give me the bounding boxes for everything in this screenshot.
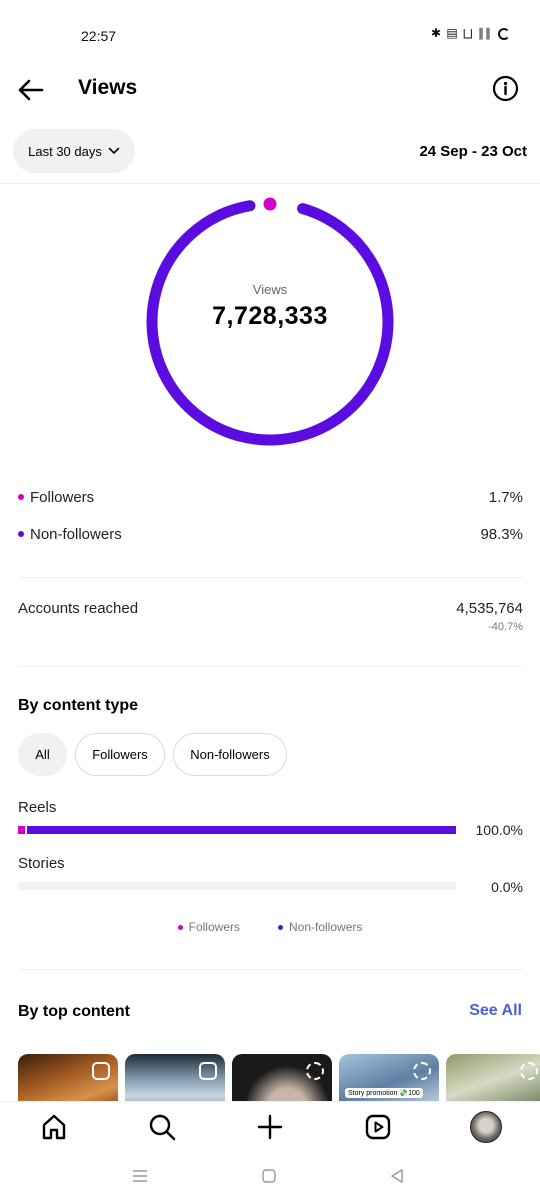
- reel-badge-icon: [199, 1062, 217, 1080]
- legend-item-label: Non-followers: [289, 920, 363, 934]
- divider: [18, 577, 523, 578]
- divider: [0, 183, 540, 184]
- story-ring-icon: [520, 1062, 538, 1080]
- followers-arc-dot: [263, 197, 277, 211]
- accounts-reached-label: Accounts reached: [18, 600, 139, 617]
- home-icon[interactable]: [39, 1112, 69, 1142]
- reels-icon[interactable]: [363, 1112, 393, 1142]
- date-range-text: 24 Sep - 23 Oct: [419, 143, 527, 160]
- section-title-top-content: By top content: [18, 1003, 130, 1020]
- profile-avatar[interactable]: [470, 1111, 502, 1143]
- search-icon[interactable]: [147, 1112, 177, 1142]
- bar-label-reels: Reels: [18, 799, 57, 816]
- thumbnail-story[interactable]: Story promotion 💸100: [339, 1054, 439, 1102]
- top-content-thumbnails: Story promotion 💸100: [18, 1054, 540, 1102]
- filter-chip-label: Followers: [92, 747, 148, 762]
- legend-pct: 98.3%: [480, 525, 523, 543]
- section-title-content-type: By content type: [18, 697, 139, 714]
- accounts-reached-change: -40.7%: [488, 621, 523, 633]
- page-title: Views: [78, 76, 138, 99]
- divider: [18, 969, 523, 970]
- non-followers-dot: [278, 924, 283, 930]
- create-icon[interactable]: [255, 1112, 285, 1142]
- date-range-dropdown-label: Last 30 days: [28, 143, 102, 159]
- thumbnail-story[interactable]: [446, 1054, 540, 1102]
- bar-fill-followers: [18, 826, 26, 834]
- accounts-reached-value: 4,535,764: [456, 600, 523, 617]
- donut-label: Views: [252, 282, 288, 297]
- home-square-icon[interactable]: [260, 1167, 278, 1185]
- bar-track-reels: [18, 826, 456, 834]
- filter-chip-all[interactable]: All: [18, 733, 67, 776]
- legend-label: Non-followers: [30, 525, 122, 543]
- non-followers-dot: [18, 531, 24, 537]
- battery-icon: [498, 27, 510, 40]
- thumbnail-caption: Story promotion 💸100: [345, 1088, 423, 1098]
- status-icons-glyphs: ✱ ▤ ⨆ ∥∥: [431, 26, 492, 40]
- story-ring-icon: [413, 1062, 431, 1080]
- bar-track-stories: [18, 882, 456, 890]
- followers-dot: [177, 924, 183, 930]
- story-ring-icon: [306, 1062, 324, 1080]
- info-icon[interactable]: [492, 75, 519, 102]
- reel-badge-icon: [92, 1062, 110, 1080]
- legend-item-label: Followers: [188, 920, 240, 934]
- bar-fill-non-followers: [27, 826, 456, 834]
- divider: [18, 666, 523, 667]
- views-total: 7,728,333: [212, 302, 328, 330]
- filter-chip-label: Non-followers: [190, 747, 270, 762]
- bar-pct-stories: 0.0%: [491, 879, 523, 895]
- legend-label: Followers: [30, 488, 95, 506]
- followers-dot: [18, 494, 24, 500]
- menu-icon[interactable]: [131, 1167, 149, 1185]
- bottom-navigation: [0, 1101, 540, 1153]
- header: Views: [0, 70, 540, 110]
- filter-chip-label: All: [35, 747, 50, 762]
- content-type-legend: Followers Non-followers: [0, 920, 540, 934]
- legend-item-non-followers: Non-followers: [278, 920, 362, 934]
- thumbnail-story[interactable]: [232, 1054, 332, 1102]
- status-bar: 22:57 ✱ ▤ ⨆ ∥∥: [0, 0, 540, 70]
- date-range-dropdown[interactable]: Last 30 days: [13, 129, 135, 173]
- bar-pct-reels: 100.0%: [475, 822, 523, 838]
- legend-non-followers: Non-followers 98.3%: [18, 523, 523, 545]
- thumbnail-reel[interactable]: [125, 1054, 225, 1102]
- legend-pct: 1.7%: [488, 488, 523, 506]
- back-triangle-icon[interactable]: [388, 1167, 406, 1185]
- back-arrow-icon[interactable]: [16, 76, 46, 104]
- bar-label-stories: Stories: [18, 855, 65, 872]
- filter-chip-non-followers[interactable]: Non-followers: [173, 733, 287, 776]
- thumbnail-reel[interactable]: [18, 1054, 118, 1102]
- legend-item-followers: Followers: [177, 920, 240, 934]
- filter-chip-followers[interactable]: Followers: [75, 733, 165, 776]
- status-time: 22:57: [81, 28, 117, 44]
- see-all-link[interactable]: See All: [469, 1002, 522, 1020]
- system-navigation: [0, 1153, 540, 1200]
- chevron-down-icon: [108, 147, 120, 155]
- status-icons: ✱ ▤ ⨆ ∥∥: [431, 26, 510, 41]
- legend-followers: Followers 1.7%: [18, 486, 523, 508]
